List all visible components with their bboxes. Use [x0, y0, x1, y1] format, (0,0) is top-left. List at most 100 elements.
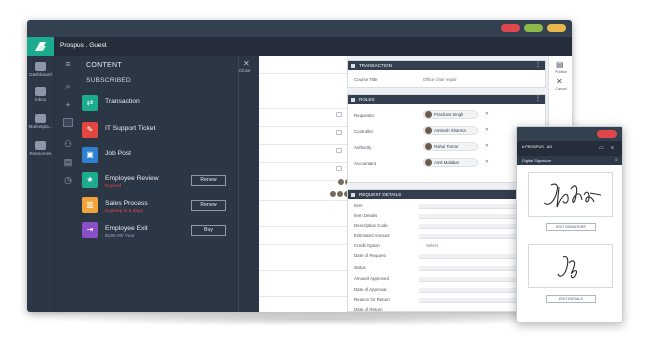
chat-icon[interactable] [336, 130, 342, 135]
nav-label: Marketpla... [28, 124, 53, 129]
list-icon[interactable] [63, 118, 73, 127]
person-chip[interactable]: Prashant Singh ✕ [423, 110, 489, 119]
nav-label: Inbox [34, 97, 47, 102]
content-item-title: IT Support Ticket [105, 125, 156, 132]
field-label: Credit Option [354, 243, 380, 248]
content-item-employee-review[interactable]: ★ Employee Review Expired Renew [81, 172, 259, 194]
mobile-device: # PROSPUS . AG ▭ ≡ Digital Signature ⌕ E… [516, 126, 623, 323]
users-icon[interactable]: ⚇ [63, 140, 73, 149]
square-icon [351, 98, 355, 102]
signature-header: Digital Signature ⌕ [517, 156, 622, 165]
edit-initials-button[interactable]: EDIT INITIALS [546, 295, 596, 303]
content-item-employee-exit[interactable]: ⇥ Employee Exit $199.00/ Year Buy [81, 222, 259, 244]
nav-dashboard[interactable]: Dashboard [27, 62, 54, 77]
close-icon[interactable]: ✕ [243, 59, 250, 68]
cancel-icon[interactable]: ✕ [556, 77, 563, 86]
search-icon[interactable]: ⌕ [63, 82, 73, 91]
marketplace-icon [35, 114, 46, 123]
mobile-menu-icon[interactable]: ≡ [611, 145, 614, 151]
clock-icon[interactable]: ◷ [63, 176, 73, 185]
person-chip[interactable]: Amit Malakar ✕ [423, 158, 489, 167]
exit-icon: ⇥ [82, 222, 98, 238]
initials-pad[interactable] [528, 244, 613, 288]
role-label: Requester [354, 113, 375, 118]
person-name: Rahul Tomar [434, 144, 459, 149]
chat-icon[interactable] [336, 112, 342, 117]
resources-icon [35, 141, 46, 150]
mobile-list-icon[interactable]: ▭ [599, 145, 604, 151]
close-column [238, 56, 258, 312]
file-icon[interactable]: ▤ [63, 158, 73, 167]
window-maximize-button[interactable] [547, 24, 566, 32]
field-label: Item Details [354, 213, 378, 218]
field-label: Course Title [354, 77, 378, 82]
renew-button[interactable]: Renew [191, 175, 226, 186]
field-label: Date of Return [354, 307, 383, 312]
publish-label[interactable]: Publish [551, 70, 571, 74]
chat-icon[interactable] [336, 148, 342, 153]
search-icon[interactable]: ⌕ [615, 157, 618, 163]
content-item-transaction[interactable]: ⇄ Transaction [81, 95, 259, 117]
remove-icon[interactable]: ✕ [485, 159, 489, 165]
top-bar [27, 37, 572, 56]
renew-button[interactable]: Renew [191, 200, 226, 211]
window-close-button[interactable] [501, 24, 520, 32]
chat-icon[interactable] [336, 166, 342, 171]
avatar [425, 111, 432, 118]
content-item-title: Employee Review [105, 175, 159, 182]
person-chip[interactable]: Amitesh Sharma ✕ [423, 126, 489, 135]
role-label: Authority [354, 145, 372, 150]
cancel-label[interactable]: Cancel [551, 87, 571, 91]
remove-icon[interactable]: ✕ [485, 143, 489, 149]
content-panel: CONTENT SUBSCRIBED ⇄ Transaction ✎ IT Su… [81, 56, 259, 312]
person-chip[interactable]: Rahul Tomar ✕ [423, 142, 489, 151]
field-value[interactable]: Office chair repair [423, 77, 457, 82]
menu-icon[interactable]: ≡ [63, 60, 73, 69]
card-title: REQUEST DETAILS [359, 192, 402, 197]
mobile-close-button[interactable] [597, 130, 617, 138]
content-item-title: Transaction [105, 98, 140, 105]
edit-signature-button[interactable]: EDIT SIGNATURE [546, 223, 596, 231]
remove-icon[interactable]: ✕ [485, 127, 489, 133]
avatar [425, 143, 432, 150]
nav-resources[interactable]: Resources [27, 141, 54, 156]
content-item-title: Job Post [105, 150, 132, 157]
more-icon[interactable]: ⋮ [535, 61, 541, 70]
field-label: status [354, 265, 366, 270]
nav-inbox[interactable]: Inbox [27, 87, 54, 102]
transaction-card: TRANSACTION ⋮ Course Title Office chair … [347, 60, 546, 88]
title-bar [27, 20, 572, 37]
logo-icon[interactable] [27, 37, 54, 56]
square-icon [351, 193, 355, 197]
content-item-job-post[interactable]: ▣ Job Post [81, 147, 259, 169]
card-header: ROLES ⋮ [348, 95, 545, 104]
window-minimize-button[interactable] [524, 24, 543, 32]
person-name: Prashant Singh [434, 112, 464, 117]
signature-pad[interactable] [528, 172, 613, 217]
app-window: Prospus . Guest Dashboard Inbox Marketpl… [27, 20, 572, 312]
card-title: TRANSACTION [359, 63, 392, 68]
content-item-price: $199.00/ Year [105, 234, 135, 239]
plus-icon[interactable]: + [63, 101, 73, 110]
remove-icon[interactable]: ✕ [485, 111, 489, 117]
subscribed-label: SUBSCRIBED [86, 77, 131, 84]
content-item-sales-process[interactable]: ▥ Sales Process Expiring in 5 days Renew [81, 197, 259, 219]
field-label: Date of Request [354, 253, 386, 258]
card-header: TRANSACTION ⋮ [348, 61, 545, 70]
more-icon[interactable]: ⋮ [535, 95, 541, 104]
close-label[interactable]: Close [239, 68, 251, 73]
field-label: Item [354, 203, 363, 208]
job-post-icon: ▣ [82, 147, 98, 163]
ticket-icon: ✎ [82, 122, 98, 138]
content-item-it-support[interactable]: ✎ IT Support Ticket [81, 122, 259, 144]
credit-option-select[interactable]: Select [426, 243, 438, 248]
nav-marketplace[interactable]: Marketpla... [27, 114, 54, 129]
role-label: Controller [354, 129, 374, 134]
content-item-status: Expired [105, 184, 122, 189]
buy-button[interactable]: Buy [191, 225, 226, 236]
field-label: Date of Approval [354, 287, 387, 292]
avatar [425, 159, 432, 166]
content-item-title: Sales Process [105, 200, 148, 207]
inbox-icon [35, 87, 46, 96]
publish-icon[interactable]: ▤ [556, 60, 564, 69]
